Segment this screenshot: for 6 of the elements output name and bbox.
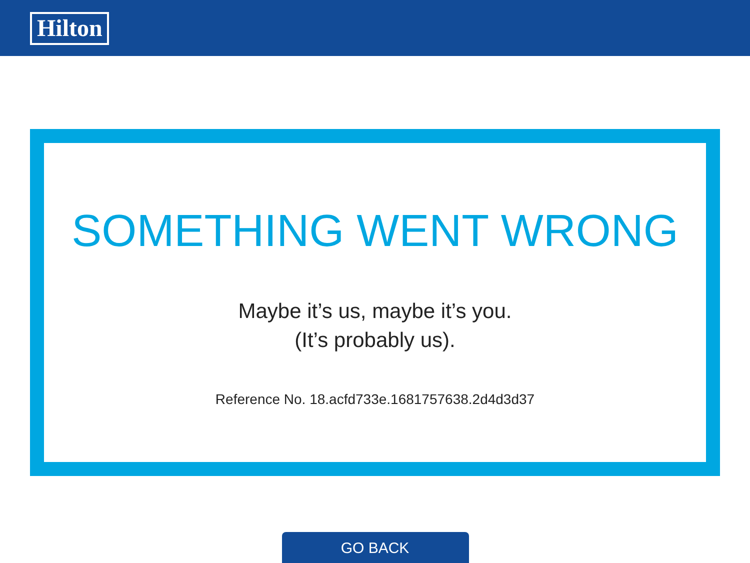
- logo[interactable]: Hilton: [30, 12, 110, 44]
- error-title: SOMETHING WENT WRONG: [72, 205, 678, 257]
- error-message: (It’s probably us).: [294, 328, 456, 354]
- reference-number: Reference No. 18.acfd733e.1681757638.2d4d3d37: [215, 391, 535, 407]
- error-message: Maybe it’s us, maybe it’s you.: [238, 299, 512, 325]
- go-back-button[interactable]: GO BACK: [282, 532, 468, 563]
